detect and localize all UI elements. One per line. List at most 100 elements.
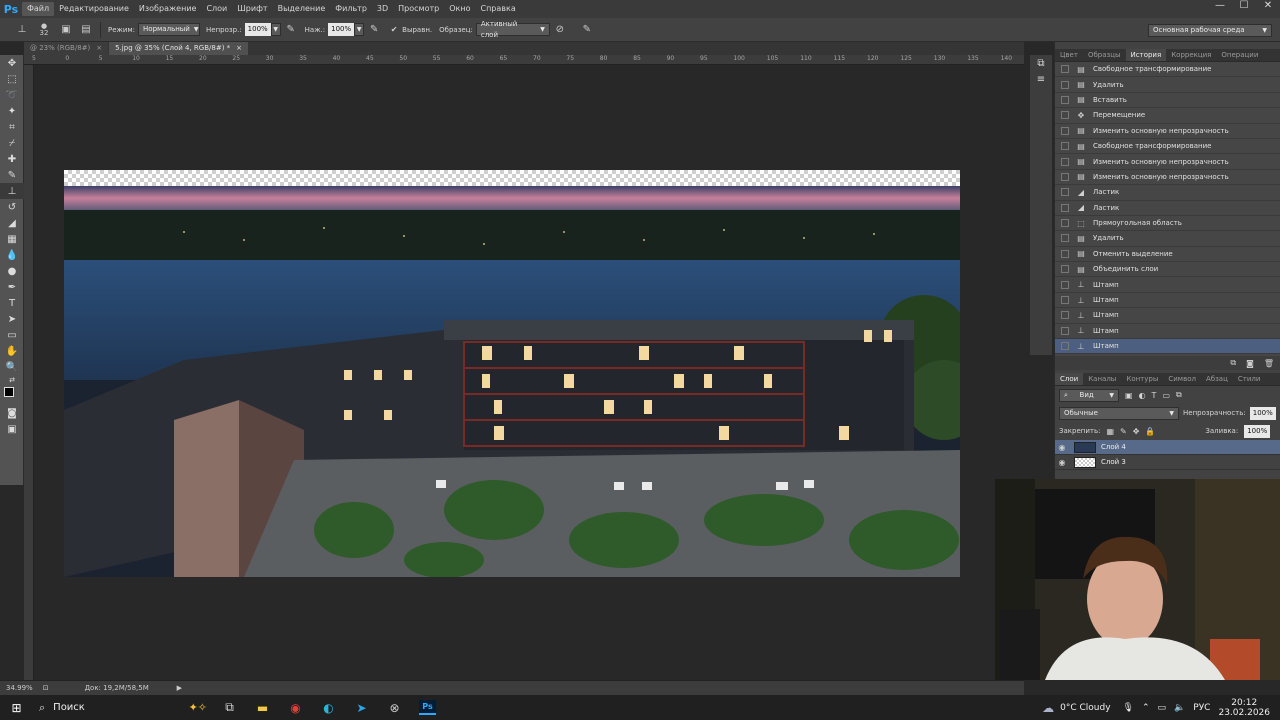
history-source-checkbox[interactable] bbox=[1061, 157, 1069, 166]
eye-icon[interactable]: ◉ bbox=[1055, 458, 1069, 467]
zoom-tool-icon[interactable]: 🔍 bbox=[0, 359, 24, 375]
flow-input[interactable]: 100% bbox=[328, 23, 355, 36]
layer-opacity-input[interactable]: 100% bbox=[1249, 406, 1276, 420]
lock-transparent-icon[interactable]: ▦ bbox=[1106, 427, 1114, 436]
filter-pixel-icon[interactable]: ▣ bbox=[1125, 391, 1133, 400]
chrome-icon[interactable]: ◉ bbox=[279, 695, 312, 720]
clone-stamp-tool-icon[interactable]: ⊥ bbox=[15, 23, 29, 37]
swap-colors-icon[interactable]: ⇄ bbox=[0, 375, 24, 385]
tab-paragraph[interactable]: Абзац bbox=[1201, 373, 1233, 385]
history-source-checkbox[interactable] bbox=[1061, 326, 1069, 335]
quick-select-tool-icon[interactable]: ✦ bbox=[0, 103, 24, 119]
eraser-tool-icon[interactable]: ◢ bbox=[0, 215, 24, 231]
camera-icon[interactable]: ◙ bbox=[1246, 359, 1254, 368]
healing-brush-tool-icon[interactable]: ✚ bbox=[0, 151, 24, 167]
minimize-button[interactable]: — bbox=[1208, 0, 1232, 14]
tab-styles[interactable]: Стили bbox=[1233, 373, 1266, 385]
gradient-tool-icon[interactable]: ▦ bbox=[0, 231, 24, 247]
history-source-checkbox[interactable] bbox=[1061, 172, 1069, 181]
tab-swatches[interactable]: Образцы bbox=[1083, 49, 1126, 61]
type-tool-icon[interactable]: T bbox=[0, 295, 24, 311]
marquee-tool-icon[interactable]: ⬚ bbox=[0, 71, 24, 87]
menu-edit[interactable]: Редактирование bbox=[54, 2, 134, 16]
move-tool-icon[interactable]: ✥ bbox=[0, 55, 24, 71]
sample-select[interactable]: Активный слой ▼ bbox=[475, 20, 550, 39]
windows-start-icon[interactable]: ⊞ bbox=[0, 695, 33, 720]
dodge-tool-icon[interactable]: ● bbox=[0, 263, 24, 279]
language-indicator[interactable]: РУС bbox=[1193, 703, 1210, 713]
lock-pixels-icon[interactable]: ✎ bbox=[1120, 427, 1127, 436]
crop-tool-icon[interactable]: ⌗ bbox=[0, 119, 24, 135]
history-item[interactable]: ⬚ Прямоугольная область bbox=[1055, 216, 1280, 232]
filter-adjust-icon[interactable]: ◐ bbox=[1139, 391, 1146, 400]
airbrush-icon[interactable]: ✎ bbox=[367, 23, 381, 37]
menu-image[interactable]: Изображение bbox=[134, 2, 202, 16]
telegram-icon[interactable]: ➤ bbox=[345, 695, 378, 720]
history-item[interactable]: ▤ Удалить bbox=[1055, 231, 1280, 247]
history-item[interactable]: ▤ Отменить выделение bbox=[1055, 247, 1280, 263]
tab-adjustments[interactable]: Коррекция bbox=[1166, 49, 1216, 61]
ignore-adjustment-icon[interactable]: ⊘ bbox=[553, 23, 567, 37]
path-select-tool-icon[interactable]: ➤ bbox=[0, 311, 24, 327]
screen-mode-icon[interactable]: ▣ bbox=[0, 421, 24, 437]
pressure-opacity-icon[interactable]: ✎ bbox=[284, 23, 298, 37]
aligned-checkbox[interactable]: ✔ bbox=[387, 23, 401, 37]
history-source-checkbox[interactable] bbox=[1061, 188, 1069, 197]
status-menu-arrow-icon[interactable]: ▶ bbox=[177, 684, 182, 692]
document-image[interactable] bbox=[64, 170, 960, 577]
document-tab[interactable]: @ 23% (RGB/8#) × bbox=[24, 42, 109, 55]
properties-panel-icon[interactable]: ≡ bbox=[1030, 71, 1052, 87]
history-item[interactable]: ◢ Ластик bbox=[1055, 185, 1280, 201]
microphone-icon[interactable]: 🎙 bbox=[1123, 703, 1134, 713]
document-tab-active[interactable]: 5.jpg @ 35% (Слой 4, RGB/8#) * × bbox=[109, 42, 249, 55]
history-item[interactable]: ◢ Ластик bbox=[1055, 201, 1280, 216]
foreground-color-swatch[interactable] bbox=[4, 387, 14, 397]
history-source-checkbox[interactable] bbox=[1061, 219, 1069, 228]
weather-text[interactable]: 0°C Cloudy bbox=[1060, 703, 1110, 713]
copilot-sparkle-icon[interactable]: ✦✧ bbox=[189, 701, 207, 714]
filter-type-icon[interactable]: T bbox=[1152, 391, 1157, 400]
tab-history[interactable]: История bbox=[1125, 49, 1167, 61]
menu-filter[interactable]: Фильтр bbox=[330, 2, 372, 16]
menu-type[interactable]: Шрифт bbox=[232, 2, 272, 16]
history-source-checkbox[interactable] bbox=[1061, 234, 1069, 243]
file-explorer-icon[interactable]: ▬ bbox=[246, 695, 279, 720]
fill-input[interactable]: 100% bbox=[1244, 424, 1271, 438]
shape-tool-icon[interactable]: ▭ bbox=[0, 327, 24, 343]
photoshop-taskbar-icon[interactable]: Ps bbox=[411, 695, 444, 720]
menu-file[interactable]: Файл bbox=[22, 2, 55, 16]
menu-layers[interactable]: Слои bbox=[201, 2, 232, 16]
chevron-up-icon[interactable]: ⌃ bbox=[1142, 703, 1150, 713]
xbox-icon[interactable]: ⊗ bbox=[378, 695, 411, 720]
history-item[interactable]: ▤ Удалить bbox=[1055, 77, 1280, 93]
menu-help[interactable]: Справка bbox=[475, 2, 520, 16]
lock-position-icon[interactable]: ✥ bbox=[1133, 427, 1140, 436]
brush-preset-icon[interactable]: ● 32 bbox=[35, 22, 53, 37]
quick-mask-icon[interactable]: ◙ bbox=[0, 405, 24, 421]
menu-select[interactable]: Выделение bbox=[273, 2, 331, 16]
history-item[interactable]: ▤ Вставить bbox=[1055, 93, 1280, 109]
close-icon[interactable]: × bbox=[236, 42, 242, 55]
history-item[interactable]: ⊥ Штамп bbox=[1055, 324, 1280, 340]
history-source-checkbox[interactable] bbox=[1061, 126, 1069, 135]
history-item[interactable]: ▤ Изменить основную непрозрачность bbox=[1055, 124, 1280, 139]
filter-shape-icon[interactable]: ▭ bbox=[1162, 391, 1170, 400]
history-source-checkbox[interactable] bbox=[1061, 111, 1069, 120]
opacity-input[interactable]: 100% bbox=[244, 23, 271, 36]
history-source-checkbox[interactable] bbox=[1061, 142, 1069, 151]
network-icon[interactable]: ▭ bbox=[1158, 703, 1167, 713]
lasso-tool-icon[interactable]: ➰ bbox=[0, 87, 24, 103]
workspace-select[interactable]: Основная рабочая среда ▼ bbox=[1148, 24, 1272, 37]
opacity-dropdown[interactable]: ▼ bbox=[270, 23, 281, 36]
history-item[interactable]: ⊥ Штамп bbox=[1055, 308, 1280, 324]
tab-paths[interactable]: Контуры bbox=[1121, 373, 1163, 385]
eyedropper-tool-icon[interactable]: ⌿ bbox=[0, 135, 24, 151]
close-button[interactable]: ✕ bbox=[1256, 0, 1280, 14]
zoom-level[interactable]: 34.99% bbox=[6, 684, 33, 692]
menu-3d[interactable]: 3D bbox=[372, 2, 393, 16]
eye-icon[interactable]: ◉ bbox=[1055, 443, 1069, 452]
history-item[interactable]: ▤ Изменить основную непрозрачность bbox=[1055, 170, 1280, 186]
brush-panel-icon[interactable]: ▤ bbox=[79, 23, 93, 37]
pen-tool-icon[interactable]: ✒ bbox=[0, 279, 24, 295]
clone-source-icon[interactable]: ▣ bbox=[59, 23, 73, 37]
